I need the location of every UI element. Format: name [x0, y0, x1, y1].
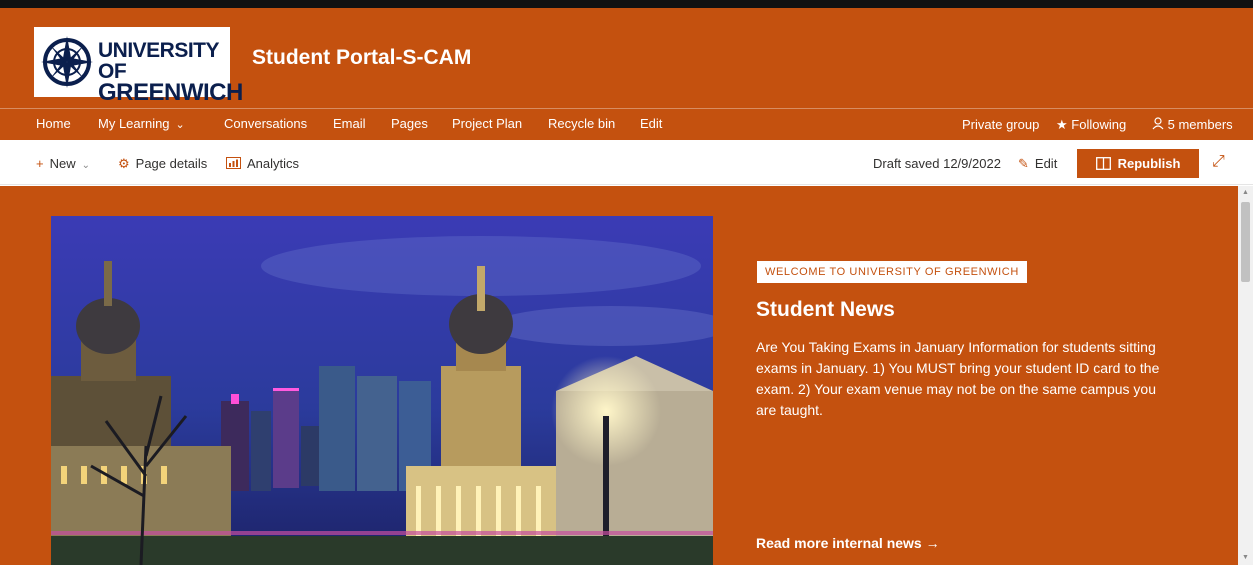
read-more-label: Read more internal news [756, 535, 922, 551]
arrow-right-icon: → [925, 535, 940, 551]
read-more-link[interactable]: Read more internal news → [756, 535, 940, 551]
group-privacy-label: Private group [962, 117, 1040, 132]
pencil-icon: ✎ [1018, 156, 1029, 171]
nav-item-conversations[interactable]: Conversations [224, 116, 307, 131]
welcome-tag: WELCOME TO UNIVERSITY OF GREENWICH [757, 261, 1027, 283]
hero-image [51, 216, 713, 565]
nav-item-label: My Learning [98, 116, 170, 131]
members-button[interactable]: 5 members [1152, 117, 1233, 132]
new-label: New [49, 156, 76, 171]
logo-line-2: GREENWICH [98, 79, 243, 106]
members-label: 5 members [1167, 117, 1233, 132]
nav-item-my-learning[interactable]: My Learning ⌄ [98, 116, 185, 131]
expand-icon[interactable]: ⤢ [1212, 153, 1225, 171]
analytics-button[interactable]: Analytics [226, 156, 299, 171]
command-bar: + New ⌄ ⚙ Page details Analytics Draft save… [0, 141, 1253, 185]
republish-button[interactable]: Republish [1077, 149, 1199, 178]
edit-button[interactable]: ✎ Edit [1018, 156, 1057, 172]
person-icon [1152, 117, 1164, 130]
hero-section: WELCOME TO UNIVERSITY OF GREENWICH Stude… [0, 186, 1238, 565]
analytics-label: Analytics [247, 156, 300, 171]
scroll-down-icon[interactable]: ▼ [1242, 554, 1249, 561]
nav-item-email[interactable]: Email [333, 116, 366, 131]
chevron-down-icon: ⌄ [81, 160, 90, 171]
university-logo[interactable]: UNIVERSITY OF GREENWICH [34, 27, 243, 105]
following-label: Following [1071, 117, 1127, 132]
nav-item-home[interactable]: Home [36, 116, 71, 131]
news-title[interactable]: Student News [756, 298, 895, 322]
scroll-up-icon[interactable]: ▲ [1242, 189, 1249, 196]
site-header: UNIVERSITY OF GREENWICH Student Portal-S… [0, 8, 1253, 108]
news-body: Are You Taking Exams in January Informat… [756, 339, 1160, 418]
draft-status: Draft saved 12/9/2022 [873, 156, 1001, 171]
compass-rose-icon [41, 36, 93, 88]
logo-line-1: UNIVERSITY OF [98, 39, 219, 83]
page-details-label: Page details [135, 156, 208, 171]
site-title[interactable]: Student Portal-S-CAM [252, 46, 471, 70]
site-navigation: Home My Learning ⌄ Conversations Email Pa… [0, 108, 1253, 140]
following-button[interactable]: ★ Following [1056, 117, 1126, 133]
nav-item-recycle-bin[interactable]: Recycle bin [548, 116, 615, 131]
book-icon [1095, 157, 1111, 170]
plus-icon: + [36, 156, 44, 171]
chevron-down-icon: ⌄ [175, 119, 185, 131]
analytics-icon [226, 157, 241, 169]
scrollbar-thumb[interactable] [1241, 202, 1250, 282]
greenwich-college-photo[interactable] [51, 216, 713, 565]
page-scrollbar[interactable]: ▲ ▼ [1238, 186, 1253, 565]
page-details-button[interactable]: ⚙ Page details [118, 156, 207, 172]
star-icon: ★ [1056, 117, 1068, 132]
nav-item-pages[interactable]: Pages [391, 116, 428, 131]
edit-label: Edit [1034, 156, 1058, 171]
gear-icon: ⚙ [118, 156, 130, 171]
nav-item-edit[interactable]: Edit [640, 116, 662, 131]
new-button[interactable]: + New ⌄ [36, 156, 90, 171]
nav-item-project-plan[interactable]: Project Plan [452, 116, 522, 131]
top-bar [0, 0, 1253, 8]
republish-label: Republish [1117, 156, 1181, 171]
